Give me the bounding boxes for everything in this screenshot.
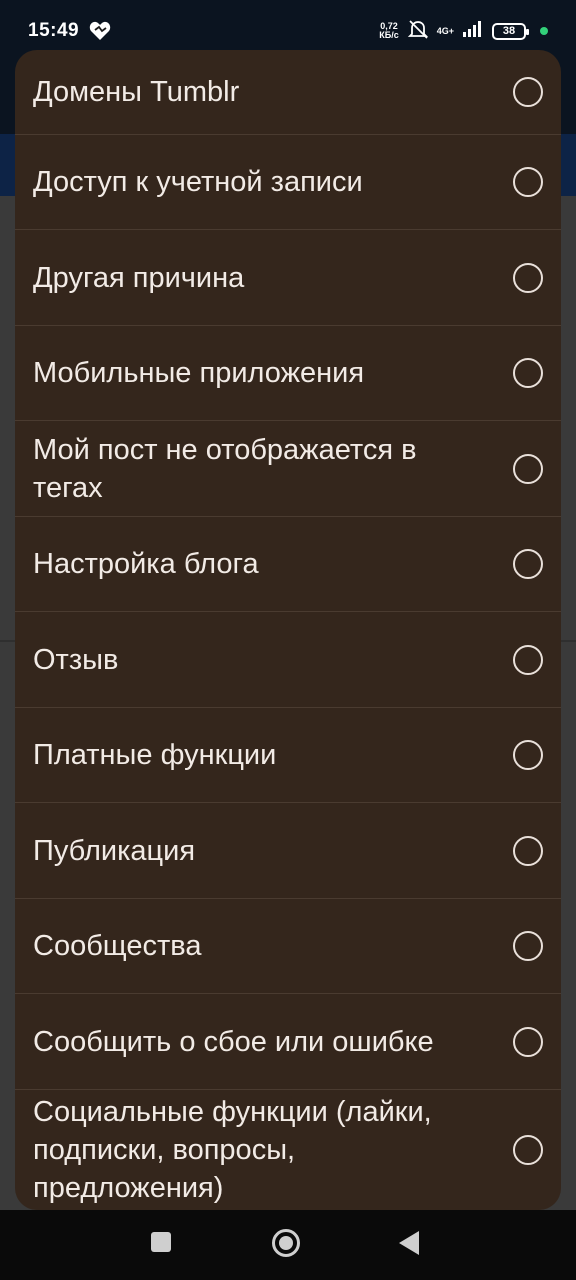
option-label: Другая причина (33, 261, 245, 294)
network-speed-unit: КБ/с (379, 30, 399, 40)
radio-button[interactable] (513, 262, 543, 293)
radio-button[interactable] (513, 1135, 543, 1165)
option-label: Доступ к учетной записи (33, 166, 363, 198)
radio-button[interactable] (513, 835, 543, 866)
option-label: Мобильные приложения (33, 357, 365, 389)
radio-button[interactable] (513, 1026, 543, 1057)
radio-button[interactable] (513, 644, 543, 675)
status-time: 15:49 (28, 20, 80, 41)
option-item[interactable]: Сообщества (15, 899, 561, 994)
radio-button[interactable] (513, 549, 543, 579)
mute-icon (407, 18, 429, 45)
nav-home-icon[interactable] (272, 1229, 300, 1257)
option-label: Сообщить о сбое или ошибке (33, 1025, 434, 1058)
signal-type-label: 4G+ (436, 26, 454, 36)
radio-button[interactable] (513, 358, 543, 388)
option-label: Домены Tumblr (33, 76, 240, 108)
report-reason-dialog: Домены Tumblr Доступ к учетной записи Др… (15, 50, 561, 1210)
option-item[interactable]: Социальные функции (лайки, подписки, воп… (15, 1090, 561, 1210)
battery-icon: 38 (492, 22, 529, 40)
nav-recents-icon[interactable] (151, 1232, 171, 1252)
option-label: Настройка блога (33, 548, 259, 580)
radio-button[interactable] (513, 453, 543, 484)
status-icons: 0,72 КБ/с 4G+ 38 (379, 18, 548, 45)
option-label: Отзыв (33, 643, 119, 676)
option-item[interactable]: Платные функции (15, 708, 561, 803)
option-item[interactable]: Другая причина (15, 230, 561, 326)
option-item[interactable]: Публикация (15, 803, 561, 899)
signal-icon (462, 20, 484, 43)
option-item[interactable]: Сообщить о сбое или ошибке (15, 994, 561, 1090)
radio-button[interactable] (513, 77, 543, 107)
radio-button[interactable] (513, 931, 543, 961)
option-label: Социальные функции (лайки, подписки, воп… (33, 1096, 432, 1204)
nav-back-icon[interactable] (399, 1231, 419, 1255)
option-item[interactable]: Домены Tumblr (15, 50, 561, 135)
option-label: Платные функции (33, 739, 277, 771)
option-label: Мой пост не отображается в тегах (33, 433, 417, 504)
privacy-indicator-dot (540, 27, 548, 35)
option-item[interactable]: Доступ к учетной записи (15, 135, 561, 230)
network-speed: 0,72 КБ/с (379, 22, 398, 40)
option-item[interactable]: Отзыв (15, 612, 561, 708)
option-label: Сообщества (33, 930, 202, 962)
option-label: Публикация (33, 834, 196, 867)
heart-icon (89, 21, 111, 41)
option-item[interactable]: Мобильные приложения (15, 326, 561, 421)
option-item[interactable]: Мой пост не отображается в тегах (15, 421, 561, 517)
radio-button[interactable] (513, 167, 543, 197)
radio-button[interactable] (513, 740, 543, 770)
option-item[interactable]: Настройка блога (15, 517, 561, 612)
